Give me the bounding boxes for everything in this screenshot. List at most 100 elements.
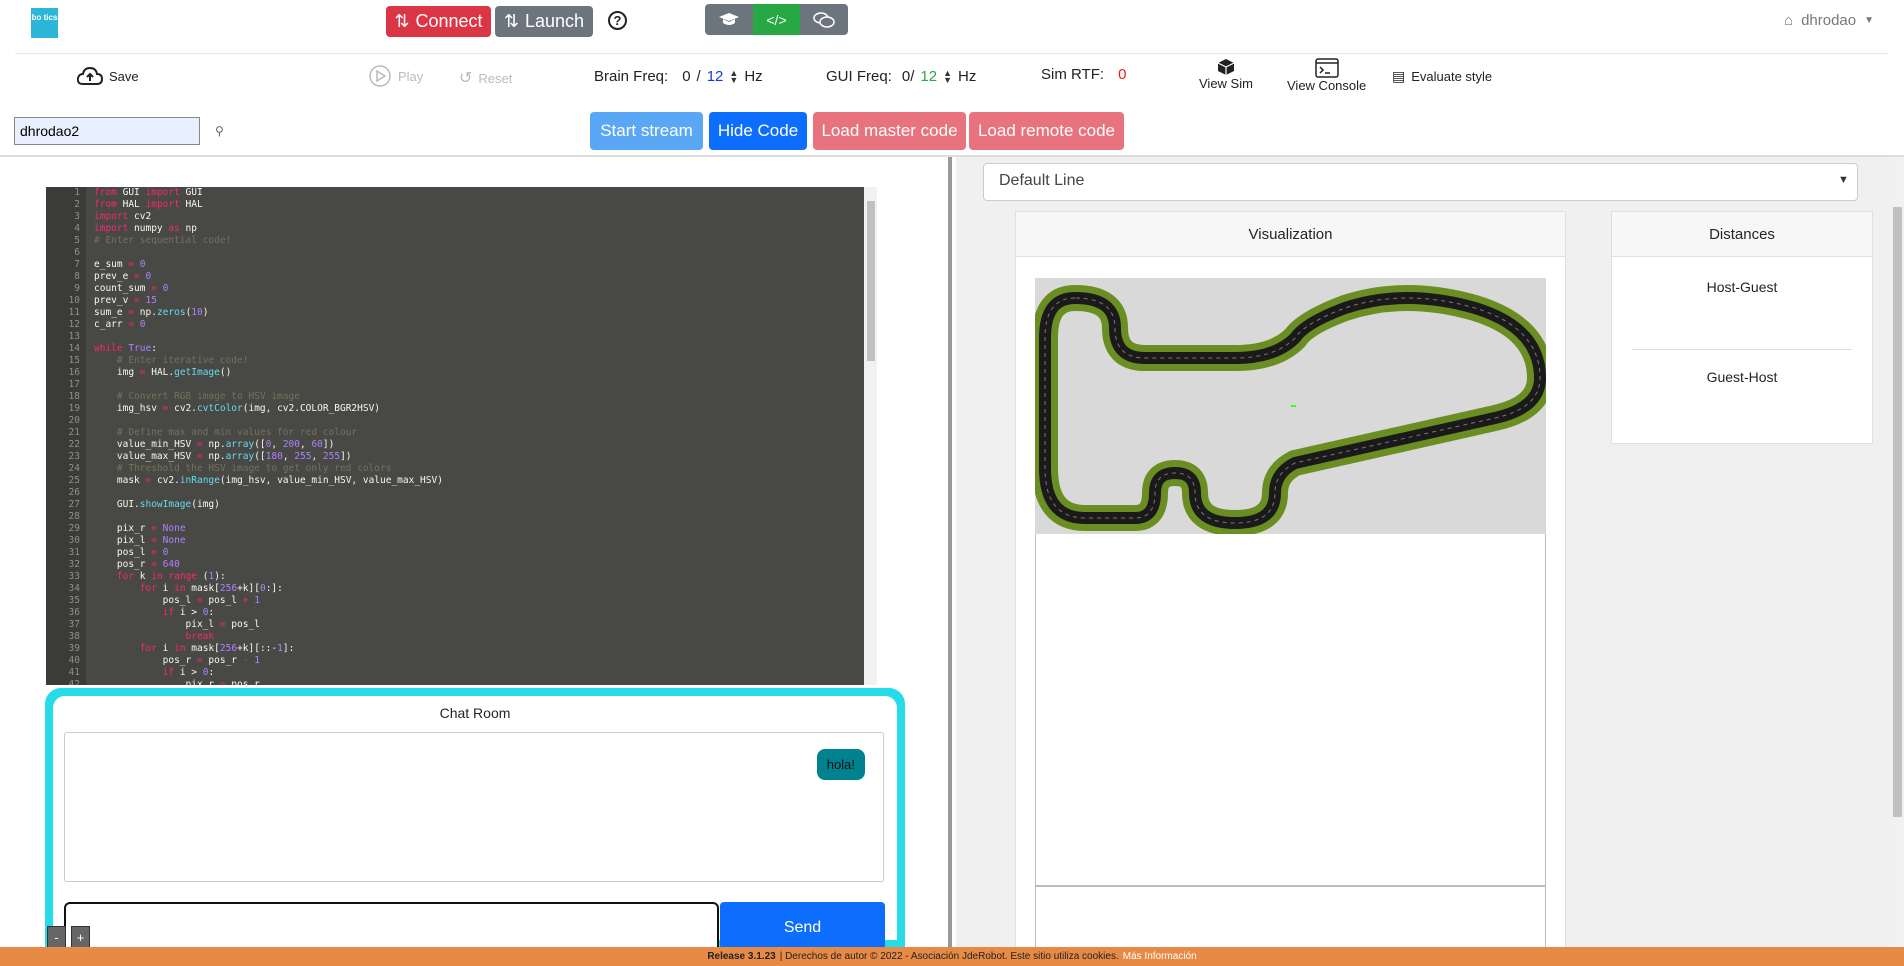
code-editor[interactable]: 1 2 3 4 5 6 7 8 9 10 11 12 13 14 15 16 17 18 19 20 21 22 23 24 2… [46, 187, 877, 685]
start-stream-button[interactable]: Start stream [590, 112, 703, 150]
brain-freq-target[interactable]: 12 [707, 68, 724, 85]
copyright-text: | Derechos de autor © 2022 - Asociación … [779, 951, 1119, 962]
code-line[interactable]: pos_l = pos_l + 1 [94, 595, 443, 607]
code-line[interactable] [94, 487, 443, 499]
code-line[interactable]: from HAL import HAL [94, 199, 443, 211]
connect-label: Connect [415, 11, 483, 31]
room-name-input[interactable] [14, 117, 200, 145]
code-content[interactable]: from GUI import GUI from HAL import HAL im… [94, 187, 443, 685]
save-button[interactable]: Save [77, 66, 139, 86]
code-line[interactable]: pos_r = 640 [94, 559, 443, 571]
chevron-down-icon: ▼ [1838, 174, 1849, 186]
evaluate-style-button[interactable]: ▤ Evaluate style [1392, 68, 1492, 85]
code-line[interactable]: pos_r = pos_r - 1 [94, 655, 443, 667]
code-line[interactable]: if i > 0: [94, 667, 443, 679]
code-line[interactable]: from GUI import GUI [94, 187, 443, 199]
user-menu[interactable]: ⌂ dhrodao ▼ [1784, 12, 1874, 29]
code-line[interactable]: # Enter sequential code! [94, 235, 443, 247]
brain-freq-separator: / [696, 68, 701, 85]
code-line[interactable] [94, 511, 443, 523]
line-number: 8 [74, 271, 80, 282]
code-line[interactable]: break [94, 631, 443, 643]
code-line[interactable]: pix_l = None [94, 535, 443, 547]
code-line[interactable]: while True: [94, 343, 443, 355]
load-master-code-button[interactable]: Load master code [813, 112, 966, 150]
editor-scrollbar[interactable] [864, 187, 877, 685]
line-number: 37 [68, 619, 80, 630]
reset-button[interactable]: ↺ Reset [459, 68, 512, 88]
distances-title: Distances [1612, 212, 1872, 257]
code-line[interactable]: prev_v = 15 [94, 295, 443, 307]
code-line[interactable]: pix_l = pos_l [94, 619, 443, 631]
code-line[interactable]: # Enter iterative code! [94, 355, 443, 367]
load-remote-code-button[interactable]: Load remote code [969, 112, 1124, 150]
top-navbar: bo tics [15, 0, 1888, 54]
code-line[interactable]: # Convert RGB image to HSV image [94, 391, 443, 403]
code-line[interactable]: pos_l = 0 [94, 547, 443, 559]
line-number: 38 [68, 631, 80, 642]
line-number: 21 [68, 427, 80, 438]
visualization-card: Visualization [1015, 211, 1566, 952]
code-line[interactable]: c_arr = 0 [94, 319, 443, 331]
gui-freq-spinner-icon[interactable]: ▲ ▼ [943, 68, 952, 84]
code-line[interactable]: import cv2 [94, 211, 443, 223]
code-line[interactable]: for i in mask[256+k][::-1]: [94, 643, 443, 655]
code-line[interactable] [94, 247, 443, 259]
app-logo[interactable]: bo tics [31, 8, 58, 38]
launch-button[interactable]: ⇅ Launch [495, 6, 593, 37]
code-line[interactable]: # Threshold the HSV image to get only re… [94, 463, 443, 475]
line-number: 24 [68, 463, 80, 474]
code-line[interactable]: pix_r = pos_r [94, 679, 443, 685]
code-mode-icon[interactable]: </> [752, 4, 801, 35]
line-number: 35 [68, 595, 80, 606]
view-sim-button[interactable]: View Sim [1199, 58, 1253, 91]
line-number: 7 [74, 259, 80, 270]
zoom-in-button[interactable]: + [71, 926, 90, 948]
right-pane-scrollbar[interactable] [1891, 157, 1904, 947]
code-line[interactable]: GUI.showImage(img) [94, 499, 443, 511]
line-number: 14 [68, 343, 80, 354]
exercise-mode-icon[interactable] [705, 4, 753, 35]
code-line[interactable]: # Define max and min values for red colo… [94, 427, 443, 439]
code-line[interactable]: img = HAL.getImage() [94, 367, 443, 379]
brain-freq-spinner-icon[interactable]: ▲ ▼ [729, 68, 738, 84]
chat-message-list: hola! [64, 732, 884, 882]
code-line[interactable] [94, 379, 443, 391]
play-button[interactable]: Play [368, 64, 423, 88]
chat-mode-icon[interactable] [800, 4, 848, 35]
code-line[interactable]: for k in range (1): [94, 571, 443, 583]
code-line[interactable]: sum_e = np.zeros(10) [94, 307, 443, 319]
code-line[interactable]: pix_r = None [94, 523, 443, 535]
code-line[interactable]: value_min_HSV = np.array([0, 200, 60]) [94, 439, 443, 451]
view-console-button[interactable]: View Console [1287, 58, 1366, 93]
world-select[interactable]: Default Line [983, 163, 1858, 201]
evaluate-style-label: Evaluate style [1411, 69, 1493, 84]
code-line[interactable]: if i > 0: [94, 607, 443, 619]
view-sim-label: View Sim [1199, 76, 1253, 91]
code-line[interactable]: value_max_HSV = np.array([180, 255, 255]… [94, 451, 443, 463]
zoom-out-button[interactable]: - [47, 926, 66, 948]
play-label: Play [398, 68, 424, 84]
brain-freq-unit: Hz [744, 68, 763, 85]
search-icon[interactable]: ⚲ [215, 124, 224, 138]
code-line[interactable]: e_sum = 0 [94, 259, 443, 271]
code-line[interactable]: prev_e = 0 [94, 271, 443, 283]
launch-icon: ⇅ [503, 11, 520, 31]
code-line[interactable]: count_sum = 0 [94, 283, 443, 295]
question-circle-icon[interactable]: ? [608, 11, 627, 30]
right-pane-scrollbar-thumb[interactable] [1893, 207, 1902, 817]
code-line[interactable] [94, 331, 443, 343]
gui-freq-target[interactable]: 12 [920, 68, 937, 85]
line-number: 41 [68, 667, 80, 678]
line-number: 13 [68, 331, 80, 342]
code-line[interactable]: img_hsv = cv2.cvtColor(img, cv2.COLOR_BG… [94, 403, 443, 415]
code-line[interactable] [94, 415, 443, 427]
editor-scrollbar-thumb[interactable] [867, 201, 875, 361]
code-line[interactable]: mask = cv2.inRange(img_hsv, value_min_HS… [94, 475, 443, 487]
code-line[interactable]: for i in mask[256+k][0:]: [94, 583, 443, 595]
more-info-link[interactable]: Más Información [1123, 951, 1197, 962]
code-line[interactable]: import numpy as np [94, 223, 443, 235]
hide-code-button[interactable]: Hide Code [709, 112, 807, 150]
reset-icon: ↺ [459, 70, 473, 87]
connect-button[interactable]: ⇅ Connect [386, 6, 491, 37]
